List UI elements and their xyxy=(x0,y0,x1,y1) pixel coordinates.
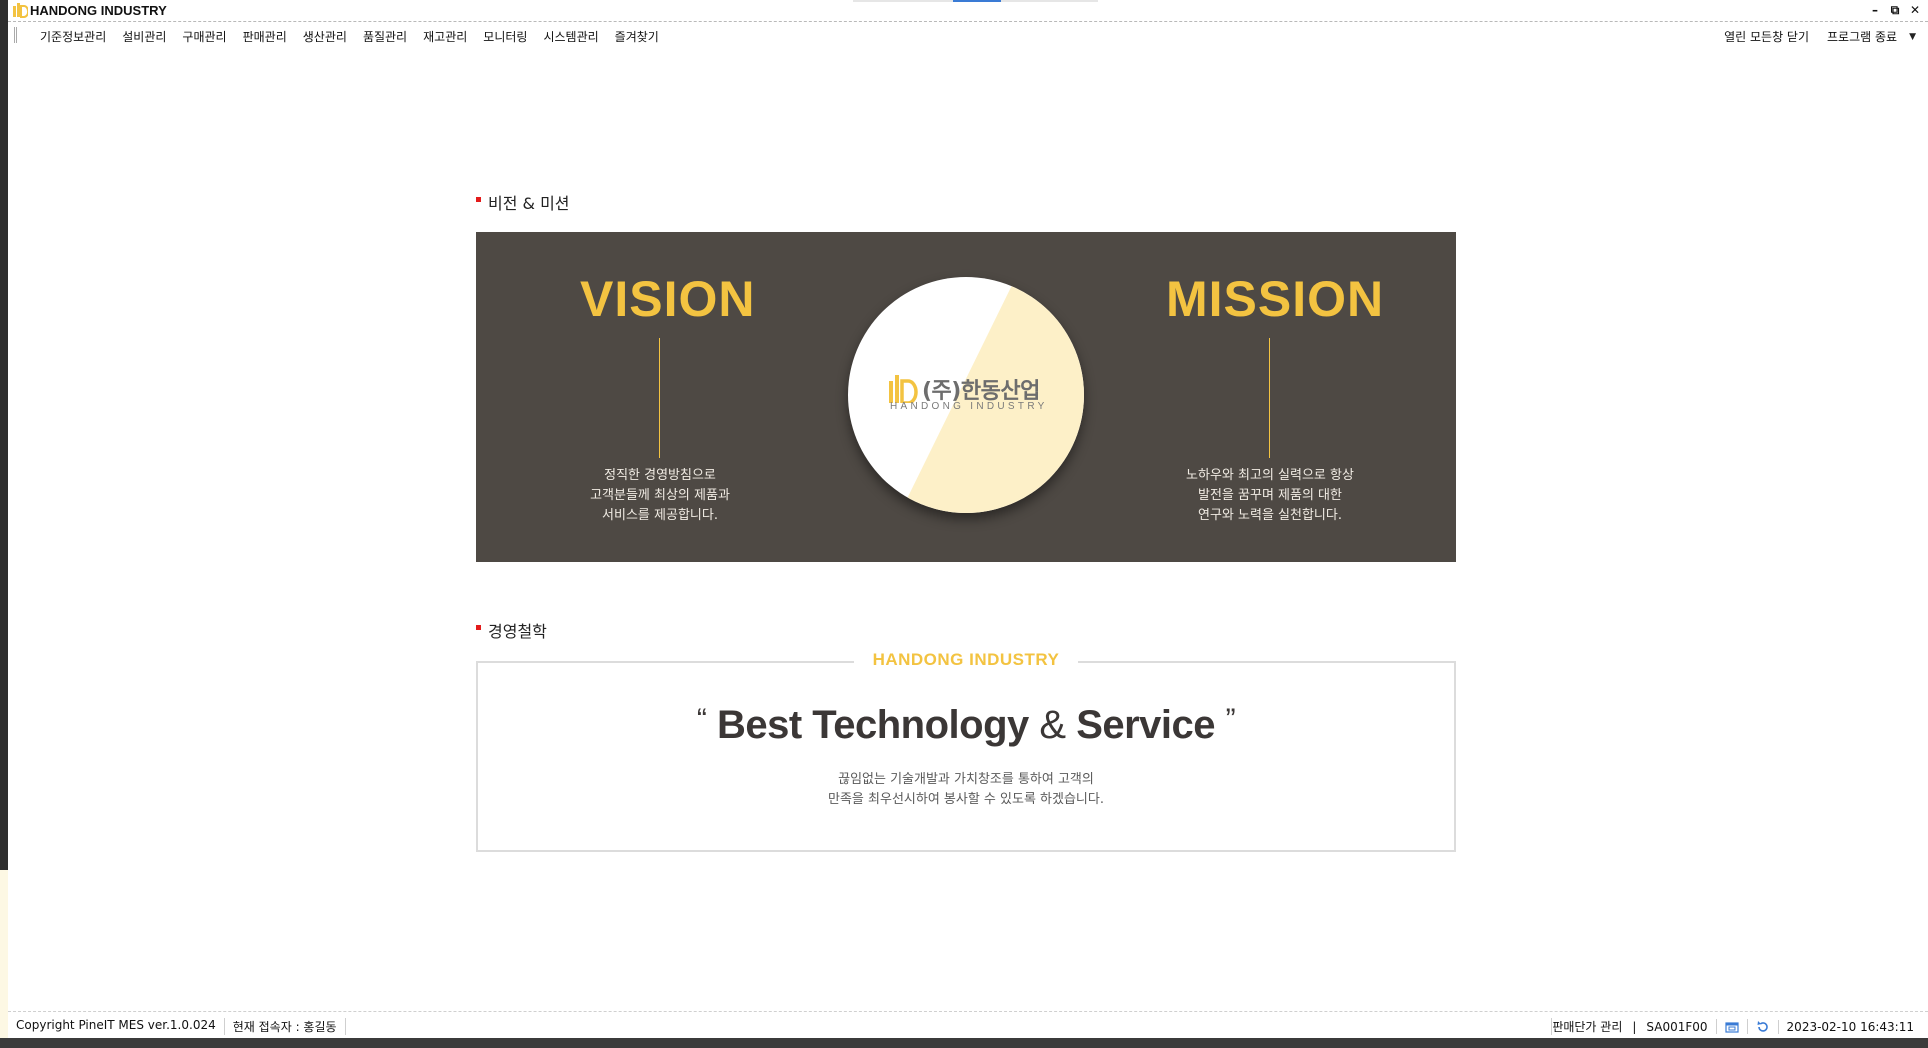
menu-item-monitoring[interactable]: 모니터링 xyxy=(475,26,535,47)
screen-code: SA001F00 xyxy=(1646,1019,1708,1034)
slogan-part-1: Best Technology xyxy=(716,703,1029,747)
vision-divider xyxy=(659,338,660,458)
menu-item-quality[interactable]: 품질관리 xyxy=(355,26,415,47)
slogan-open-quote: “ xyxy=(696,703,707,736)
top-tab-active[interactable] xyxy=(953,0,1001,2)
exit-program-button[interactable]: 프로그램 종료 xyxy=(1819,26,1905,47)
taskbar-strip xyxy=(0,1038,1928,1048)
menu-item-basic-info[interactable]: 기준정보관리 xyxy=(32,26,114,47)
philosophy-header: 경영철학 xyxy=(476,618,547,642)
window-icon[interactable] xyxy=(1715,1019,1747,1034)
chevron-down-icon[interactable]: ▼ xyxy=(1905,29,1920,45)
restore-icon[interactable]: ⧉ xyxy=(1888,2,1902,18)
left-edge-lower xyxy=(0,870,8,1038)
company-logo: (주)한동산업 HANDONG INDUSTRY xyxy=(888,373,1048,417)
philosophy-brand: HANDONG INDUSTRY xyxy=(854,650,1078,670)
menu-item-system[interactable]: 시스템관리 xyxy=(535,26,606,47)
vision-text-line: 서비스를 제공합니다. xyxy=(602,508,718,523)
menu-grip-icon[interactable] xyxy=(14,27,17,43)
vision-text-line: 고객분들께 최상의 제품과 xyxy=(590,488,730,503)
menu-bar: 기준정보관리 설비관리 구매관리 판매관리 생산관리 품질관리 재고관리 모니터… xyxy=(8,22,1928,48)
philosophy-desc-line: 끊임없는 기술개발과 가치창조를 통하여 고객의 xyxy=(838,772,1094,787)
mission-divider xyxy=(1269,338,1270,458)
menu-item-purchase[interactable]: 구매관리 xyxy=(174,26,234,47)
left-edge xyxy=(0,0,8,870)
main-menu: 기준정보관리 설비관리 구매관리 판매관리 생산관리 품질관리 재고관리 모니터… xyxy=(32,26,667,47)
slogan-part-2: Service xyxy=(1076,703,1216,747)
logo-english-name: HANDONG INDUSTRY xyxy=(890,401,1048,412)
menu-item-production[interactable]: 생산관리 xyxy=(295,26,355,47)
mission-text: 노하우와 최고의 실력으로 항상 발전을 꿈꾸며 제품의 대한 연구와 노력을 … xyxy=(1140,466,1400,526)
menu-item-equipment[interactable]: 설비관리 xyxy=(114,26,174,47)
section-title: 비전 & 미션 xyxy=(488,194,570,213)
menu-item-sales[interactable]: 판매관리 xyxy=(235,26,295,47)
slogan-close-quote: ” xyxy=(1225,703,1236,736)
status-left: Copyright PineIT MES ver.1.0.024 현재 접속자 … xyxy=(16,1018,346,1035)
app-title: HANDONG INDUSTRY xyxy=(30,3,167,18)
menu-right: 열린 모든창 닫기 프로그램 종료 ▼ xyxy=(1714,26,1920,47)
minimize-icon[interactable]: – xyxy=(1868,2,1882,18)
close-all-windows-button[interactable]: 열린 모든창 닫기 xyxy=(1716,26,1817,47)
vision-heading: VISION xyxy=(580,271,756,327)
philosophy-description: 끊임없는 기술개발과 가치창조를 통하여 고객의 만족을 최우선시하여 봉사할 … xyxy=(478,770,1454,810)
section-title: 경영철학 xyxy=(488,622,547,641)
current-user-text: 현재 접속자 : 홍길동 xyxy=(225,1018,346,1035)
menu-item-favorites[interactable]: 즐겨찾기 xyxy=(607,26,667,47)
philosophy-slogan: “ Best Technology & Service ” xyxy=(478,703,1454,748)
menu-item-inventory[interactable]: 재고관리 xyxy=(415,26,475,47)
screen-name: 판매단가 관리 xyxy=(1551,1018,1630,1035)
close-icon[interactable]: ✕ xyxy=(1908,2,1922,18)
title-bar: HANDONG INDUSTRY – ⧉ ✕ xyxy=(8,0,1928,22)
philosophy-box: HANDONG INDUSTRY “ Best Technology & Ser… xyxy=(476,650,1456,852)
mission-heading: MISSION xyxy=(1166,271,1385,327)
vision-mission-header: 비전 & 미션 xyxy=(476,190,570,214)
company-logo-circle: (주)한동산업 HANDONG INDUSTRY xyxy=(848,277,1084,513)
vision-text: 정직한 경영방침으로 고객분들께 최상의 제품과 서비스를 제공합니다. xyxy=(530,466,790,526)
section-marker xyxy=(476,624,481,630)
status-bar: Copyright PineIT MES ver.1.0.024 현재 접속자 … xyxy=(8,1011,1928,1038)
mission-text-line: 노하우와 최고의 실력으로 항상 xyxy=(1186,468,1354,483)
section-marker xyxy=(476,196,481,202)
status-right: 판매단가 관리 | SA001F00 2023-02-10 16:43:11 xyxy=(1551,1018,1922,1035)
copyright-text: Copyright PineIT MES ver.1.0.024 xyxy=(16,1018,225,1035)
vision-text-line: 정직한 경영방침으로 xyxy=(604,468,716,483)
mission-text-line: 발전을 꿈꾸며 제품의 대한 xyxy=(1198,488,1342,503)
refresh-icon[interactable] xyxy=(1746,1019,1778,1034)
window-controls: – ⧉ ✕ xyxy=(1868,2,1922,18)
company-logo-mark-icon xyxy=(889,375,918,403)
app-logo-icon xyxy=(13,3,28,18)
philosophy-desc-line: 만족을 최우선시하여 봉사할 수 있도록 하겠습니다. xyxy=(828,792,1104,807)
mission-text-line: 연구와 노력을 실천합니다. xyxy=(1198,508,1342,523)
status-separator: | xyxy=(1632,1019,1637,1034)
slogan-ampersand: & xyxy=(1039,703,1066,747)
vision-mission-panel: VISION 정직한 경영방침으로 고객분들께 최상의 제품과 서비스를 제공합… xyxy=(476,232,1456,562)
datetime-text: 2023-02-10 16:43:11 xyxy=(1777,1019,1922,1034)
